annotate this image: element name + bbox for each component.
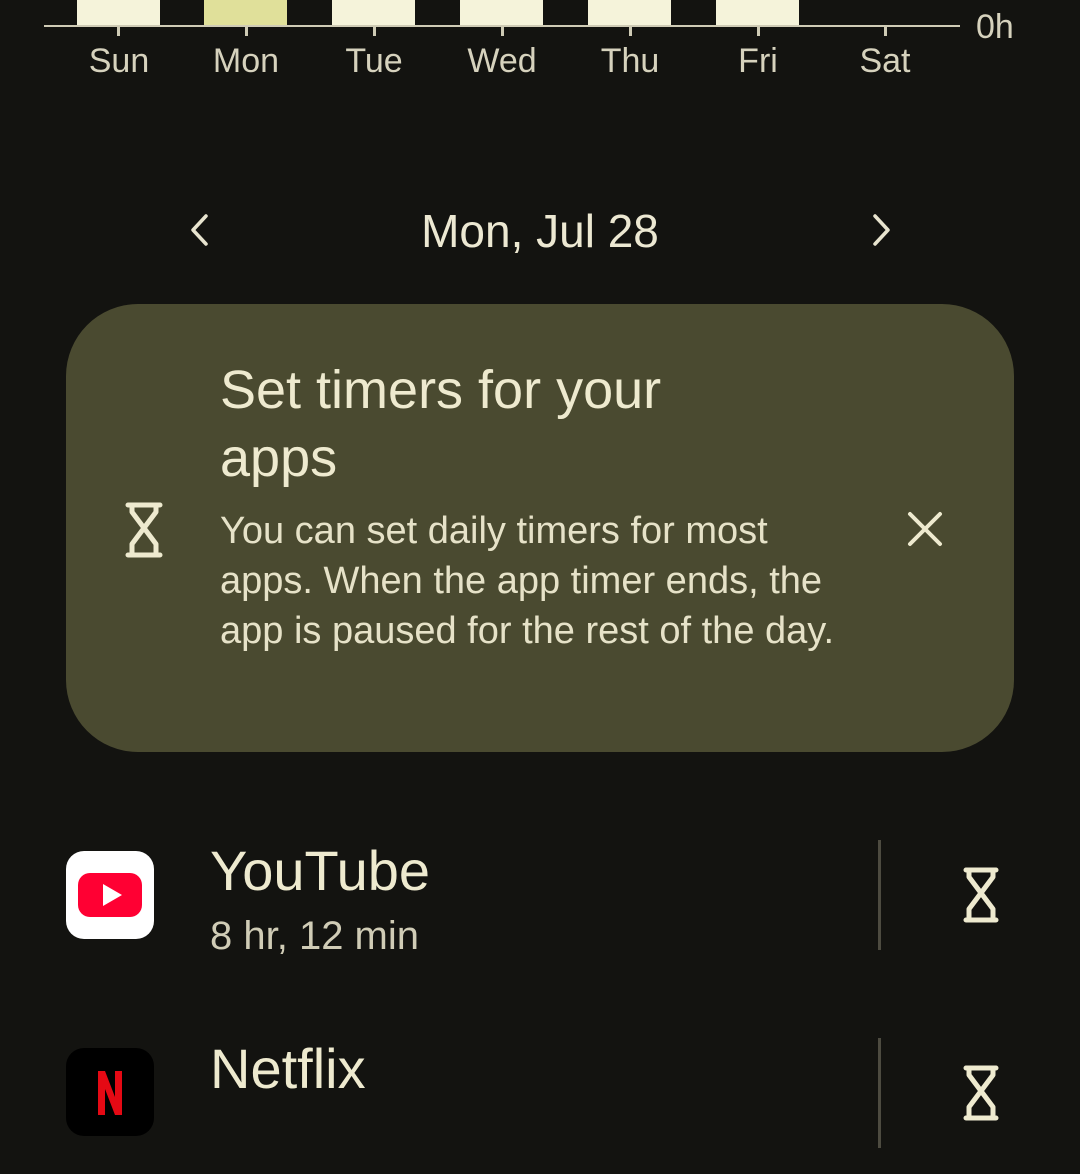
day-label-sun: Sun bbox=[88, 42, 150, 80]
day-label-thu: Thu bbox=[600, 42, 660, 80]
app-name: Netflix bbox=[210, 1037, 366, 1100]
day-label-mon: Mon bbox=[212, 42, 280, 80]
row-divider bbox=[878, 1038, 881, 1148]
close-icon bbox=[908, 512, 942, 546]
row-divider bbox=[878, 840, 881, 950]
date-navigator: Mon, Jul 28 bbox=[0, 196, 1080, 266]
usage-chart: 0h Sun Mon Tue Wed Thu Fri Sat bbox=[0, 0, 1080, 100]
app-name: YouTube bbox=[210, 839, 431, 902]
app-usage-time: 8 hr, 12 min bbox=[210, 914, 420, 958]
day-bar-sun[interactable] bbox=[77, 0, 160, 26]
tick-sat bbox=[884, 27, 887, 36]
netflix-logo-icon bbox=[66, 1048, 154, 1136]
set-timer-button[interactable] bbox=[952, 860, 1010, 930]
youtube-logo-icon bbox=[66, 851, 154, 939]
day-label-fri: Fri bbox=[738, 42, 778, 80]
dismiss-tip-button[interactable] bbox=[896, 500, 954, 558]
tick-tue bbox=[373, 27, 376, 36]
tick-wed bbox=[501, 27, 504, 36]
day-bar-mon[interactable] bbox=[204, 0, 287, 26]
day-bar-fri[interactable] bbox=[716, 0, 799, 26]
hourglass-icon bbox=[963, 1065, 999, 1121]
hourglass-icon bbox=[963, 867, 999, 923]
selected-date: Mon, Jul 28 bbox=[421, 205, 659, 257]
app-row-youtube[interactable]: YouTube 8 hr, 12 min bbox=[0, 836, 1080, 976]
tick-sun bbox=[117, 27, 120, 36]
day-label-tue: Tue bbox=[345, 42, 403, 80]
chevron-right-icon bbox=[873, 214, 890, 246]
tick-mon bbox=[245, 27, 248, 36]
day-bar-thu[interactable] bbox=[588, 0, 671, 26]
tip-title: Set timers for your apps bbox=[220, 360, 662, 488]
hourglass-icon bbox=[122, 500, 166, 560]
app-row-netflix[interactable]: Netflix bbox=[0, 1034, 1080, 1174]
day-label-sat: Sat bbox=[859, 42, 911, 80]
tick-fri bbox=[757, 27, 760, 36]
day-bar-tue[interactable] bbox=[332, 0, 415, 26]
tip-body: You can set daily timers for most apps. … bbox=[220, 510, 835, 652]
tick-thu bbox=[629, 27, 632, 36]
day-label-wed: Wed bbox=[467, 42, 537, 80]
app-timer-tip-card: Set timers for your apps You can set dai… bbox=[66, 304, 1014, 752]
set-timer-button[interactable] bbox=[952, 1058, 1010, 1128]
day-bar-wed[interactable] bbox=[460, 0, 543, 26]
axis-zero-label: 0h bbox=[976, 8, 1014, 46]
next-day-button[interactable] bbox=[853, 202, 909, 258]
